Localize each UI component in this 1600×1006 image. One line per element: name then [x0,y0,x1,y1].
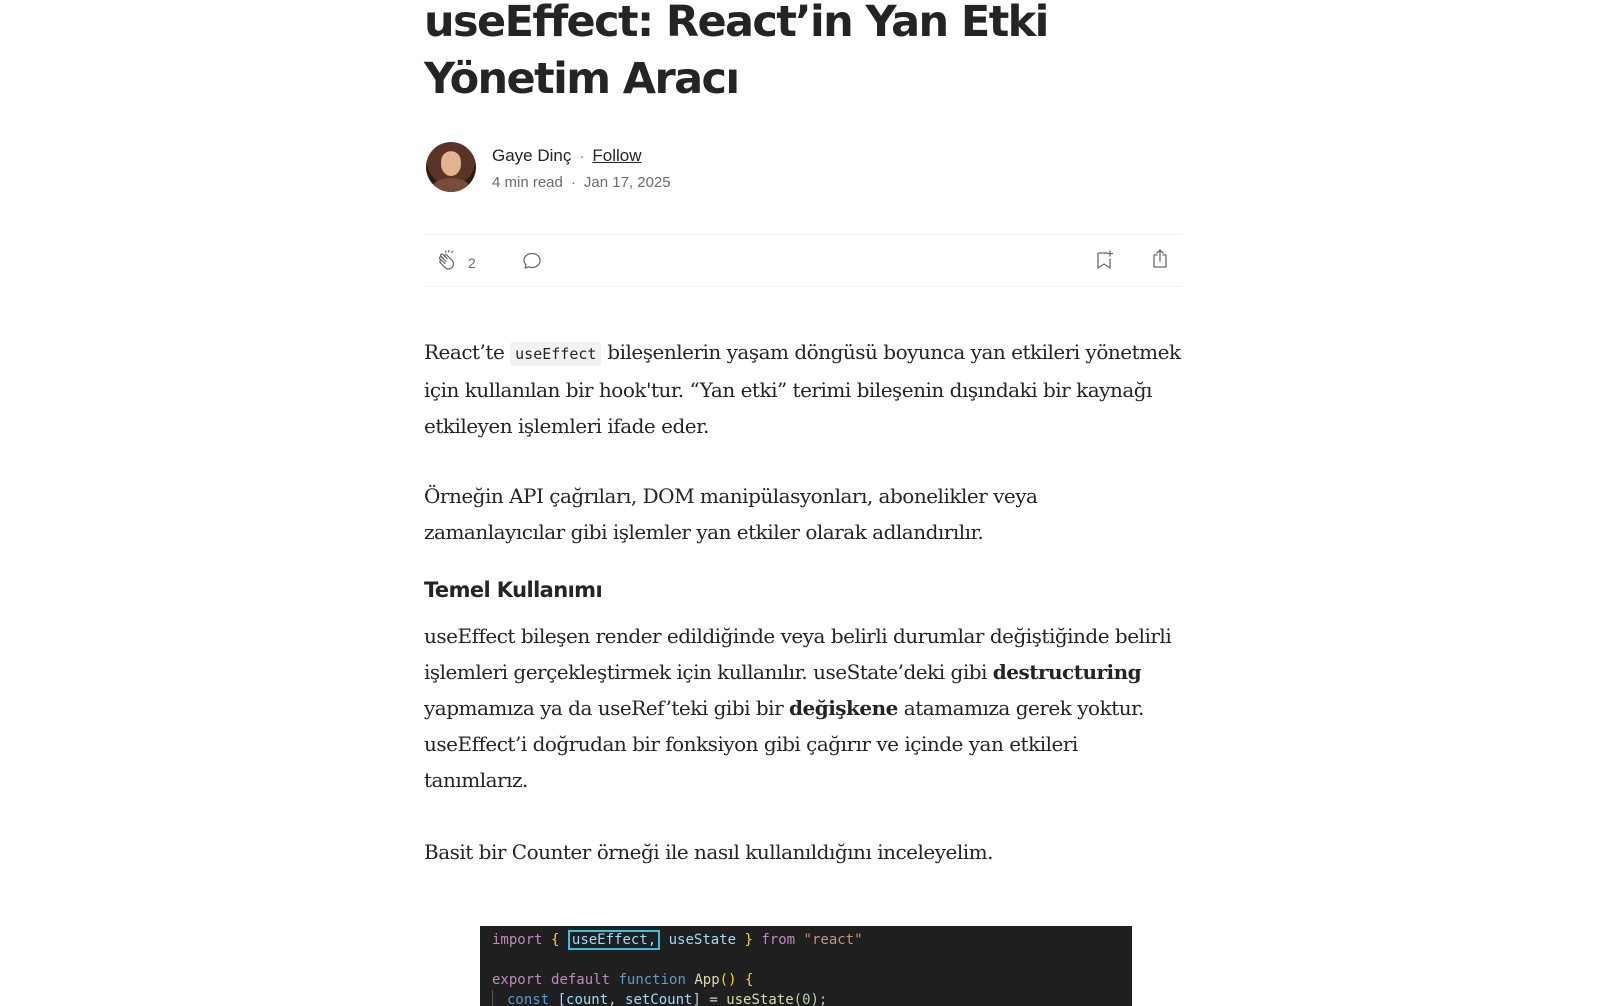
clap-count: 2 [468,254,476,271]
paragraph: Örneğin API çağrıları, DOM manipülasyonl… [424,484,1038,544]
article-meta-line: 4 min read · Jan 17, 2025 [492,174,671,191]
paragraph-text: React’te [424,340,511,364]
paragraph: Basit bir Counter örneği ile nasıl kulla… [424,840,994,864]
avatar-face [441,152,461,176]
code-token: App [694,972,720,988]
code-line: const [count, setCount] = useState(0); [492,990,1132,1006]
bold-text: destructuring [992,660,1142,684]
paragraph-text: yapmamıza ya da useRef’teki gibi bir [424,696,789,720]
avatar[interactable] [426,142,476,192]
code-token: const [507,992,550,1006]
code-token: () [719,972,737,988]
separator-dot: · [570,174,576,191]
code-screenshot: import { useEffect, useState } from "rea… [480,926,1132,1006]
action-bar: 2 [424,234,1182,287]
comment-button[interactable] [520,249,544,278]
author-row: Gaye Dinç · Follow 4 min read · Jan 17, … [424,142,671,192]
highlighted-token: useEffect, [567,930,661,950]
comment-icon [520,249,544,278]
code-token: from [761,932,796,948]
share-icon [1148,247,1172,276]
follow-button[interactable]: Follow [592,146,641,166]
code-token: import [492,932,543,948]
bold-text: değişkene [789,696,898,720]
publish-date: Jan 17, 2025 [583,174,671,191]
share-button[interactable] [1148,247,1172,276]
separator-dot: · [579,147,585,165]
code-token: { [551,932,560,948]
code-token: useState [726,992,794,1006]
code-token: export [492,972,543,988]
clap-button[interactable]: 2 [436,248,476,277]
clap-icon [436,248,460,277]
code-line: import { useEffect, useState } from "rea… [492,930,1132,950]
code-token: { [744,972,754,988]
code-token: "react" [803,932,863,948]
code-token: = [709,992,718,1006]
code-token: [count, setCount] [557,992,701,1006]
section-heading: Temel Kullanımı [424,578,603,602]
avatar-shoulder [432,178,470,192]
code-token: default [551,972,611,988]
paragraph: React’te useEffect bileşenlerin yaşam dö… [424,334,1182,444]
article: useEffect: React’in Yan Etki Yönetim Ara… [424,0,1182,864]
code-line: export default function App() { [492,970,1132,990]
paragraph: useEffect bileşen render edildiğinde vey… [424,618,1182,798]
indent-guide [492,990,493,1006]
save-button[interactable] [1092,248,1116,277]
code-token: } [744,932,753,948]
read-time: 4 min read [492,174,563,191]
code-token: function [618,972,686,988]
inline-code: useEffect [510,342,602,366]
bookmark-add-icon [1092,248,1116,277]
author-name-line: Gaye Dinç · Follow [492,145,671,167]
article-title: useEffect: React’in Yan Etki Yönetim Ara… [424,0,1049,104]
author-name[interactable]: Gaye Dinç [492,146,571,166]
code-token: (0); [793,992,828,1006]
code-token: useState [668,932,737,948]
author-meta: Gaye Dinç · Follow 4 min read · Jan 17, … [492,142,671,191]
